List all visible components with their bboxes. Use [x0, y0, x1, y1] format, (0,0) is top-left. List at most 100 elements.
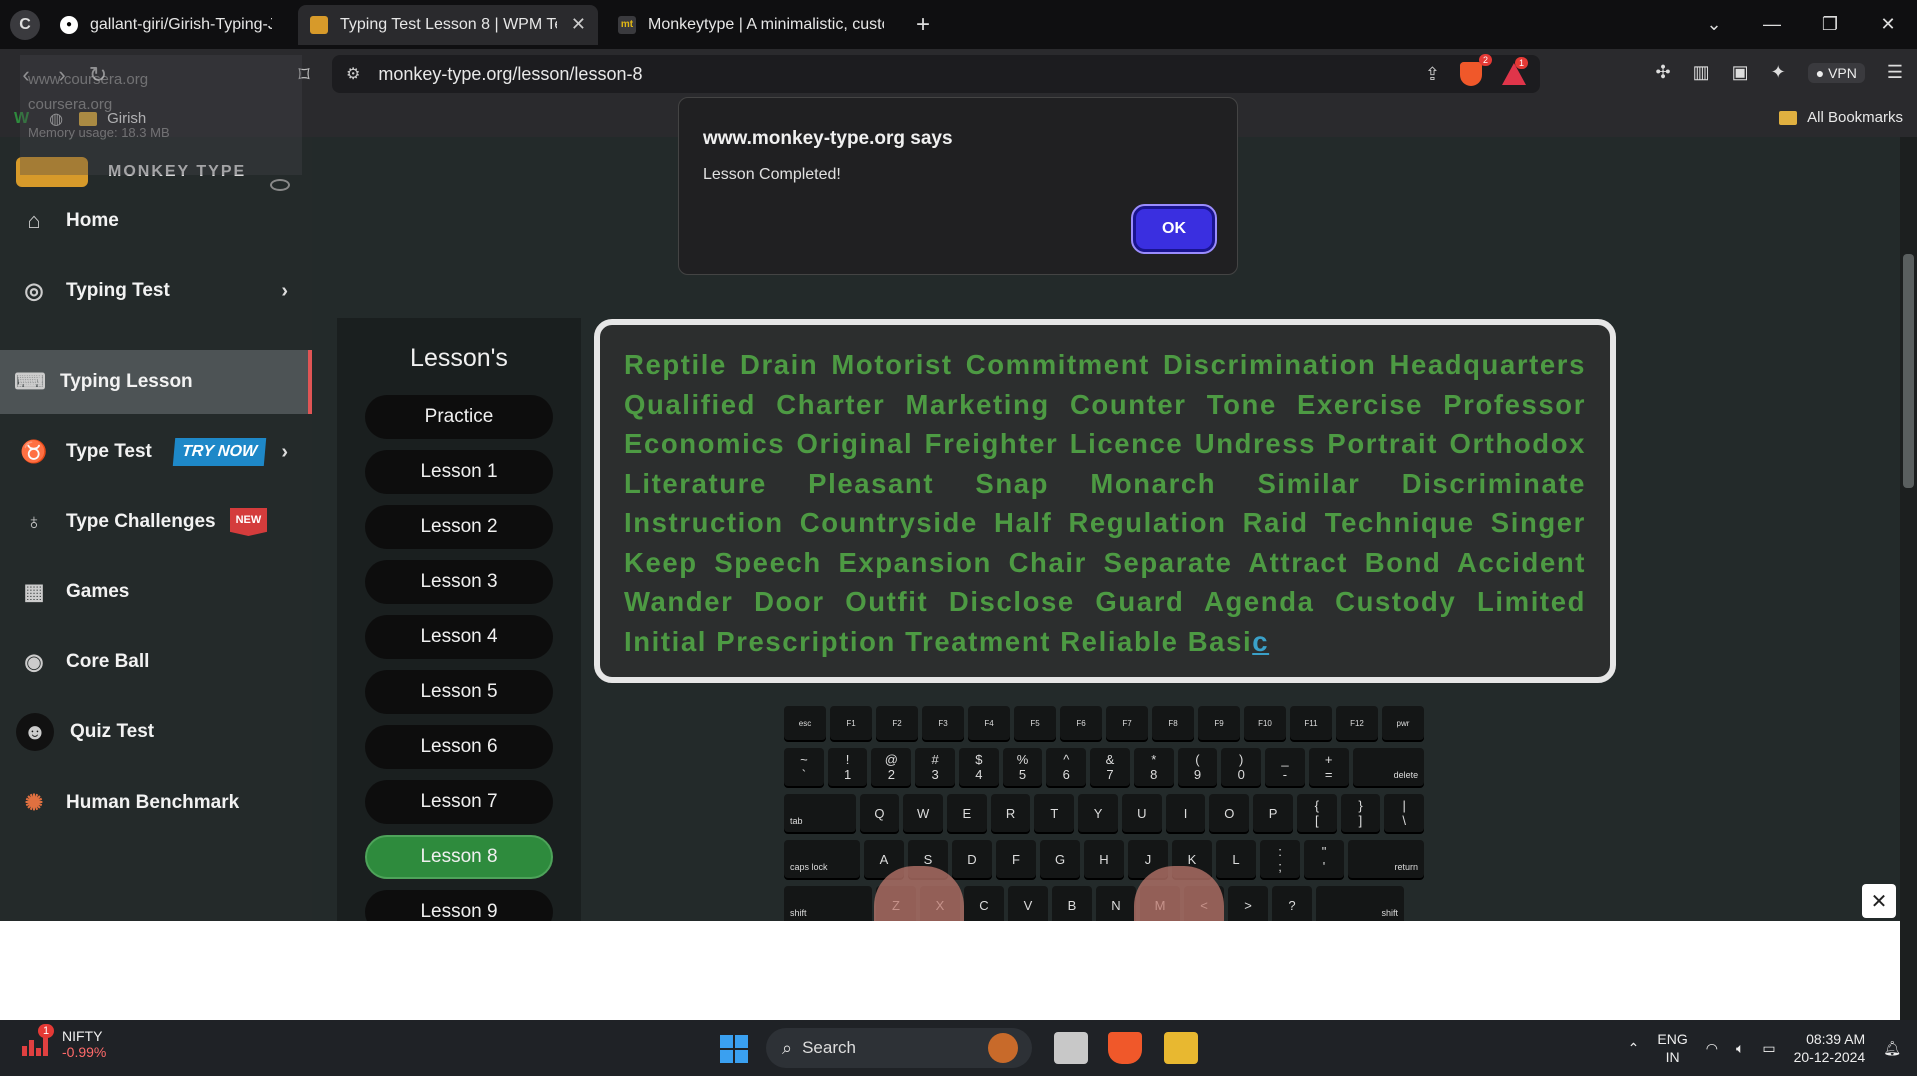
sidebar-item-games[interactable]: ▦ Games: [0, 560, 312, 624]
key-g[interactable]: G: [1040, 840, 1080, 878]
key-z-row-8[interactable]: >: [1228, 886, 1268, 921]
key-fn-11[interactable]: F11: [1290, 706, 1332, 740]
file-explorer-icon[interactable]: [1164, 1032, 1198, 1064]
key-fn-1[interactable]: F1: [830, 706, 872, 740]
key-asym-0[interactable]: :;: [1260, 840, 1300, 878]
key-num-5[interactable]: % 5: [1002, 748, 1043, 786]
key-num-2[interactable]: @2: [871, 748, 912, 786]
key-fn-4[interactable]: F4: [968, 706, 1010, 740]
sidebar-item-home[interactable]: ⌂ Home: [0, 189, 312, 253]
sidebar-item-typing-test[interactable]: ◎ Typing Test ›: [0, 259, 312, 323]
key-num-10[interactable]: ) 0: [1221, 748, 1262, 786]
key-shift-left[interactable]: shift: [784, 886, 872, 921]
lesson-button-3[interactable]: Lesson 3: [365, 560, 553, 604]
key-fn-10[interactable]: F10: [1244, 706, 1286, 740]
key-num-4[interactable]: $4: [958, 748, 999, 786]
leo-ai-icon[interactable]: ✦: [1771, 62, 1786, 83]
sidebar-item-human-benchmark[interactable]: ✺ Human Benchmark: [0, 771, 312, 835]
all-bookmarks[interactable]: All Bookmarks: [1779, 109, 1903, 126]
key-h[interactable]: H: [1084, 840, 1124, 878]
task-view-icon[interactable]: [1054, 1032, 1088, 1064]
scrollbar-thumb[interactable]: [1903, 254, 1914, 488]
key-t[interactable]: T: [1034, 794, 1075, 832]
new-tab-button[interactable]: +: [916, 11, 930, 39]
ok-button[interactable]: OK: [1131, 204, 1217, 254]
close-tab-icon[interactable]: ✕: [571, 14, 586, 35]
key-qsym-2[interactable]: | \: [1384, 794, 1424, 832]
key-p[interactable]: P: [1253, 794, 1293, 832]
key-fn-5[interactable]: F5: [1014, 706, 1056, 740]
address-bar[interactable]: ⚙ monkey-type.org/lesson/lesson-8 ⇪ 2 1: [332, 54, 1540, 93]
extensions-icon[interactable]: ✣: [1655, 62, 1670, 83]
key-num-7[interactable]: & 7: [1090, 748, 1130, 786]
lesson-button-9[interactable]: Lesson 9: [365, 890, 553, 921]
key-i[interactable]: I: [1165, 794, 1206, 832]
key-fn-9[interactable]: F9: [1198, 706, 1240, 740]
key-z-row-2[interactable]: C: [964, 886, 1004, 921]
lesson-button-2[interactable]: Lesson 2: [365, 505, 553, 549]
try-now-badge[interactable]: TRY NOW: [172, 438, 267, 466]
key-delete[interactable]: delete: [1352, 748, 1424, 786]
tab-typing-lesson[interactable]: Typing Test Lesson 8 | WPM Tes ✕: [298, 4, 598, 45]
tab-list-icon[interactable]: ⌄: [1685, 14, 1743, 35]
sidebar-item-type-test[interactable]: ♉ Type Test TRY NOW ›: [0, 420, 312, 484]
sidebar-item-type-challenges[interactable]: ♁ Type Challenges NEW: [0, 490, 312, 554]
key-q[interactable]: Q: [859, 794, 900, 832]
key-fn-12[interactable]: F12: [1336, 706, 1378, 740]
key-fn-2[interactable]: F2: [876, 706, 918, 740]
url-text[interactable]: monkey-type.org/lesson/lesson-8: [378, 64, 642, 85]
sidebar-item-typing-lesson[interactable]: ⌨ Typing Lesson: [0, 350, 312, 414]
key-num-1[interactable]: ! 1: [827, 748, 868, 786]
key-num-12[interactable]: + =: [1308, 748, 1349, 786]
key-fn-0[interactable]: esc: [784, 706, 826, 740]
tab-monkeytype[interactable]: mt Monkeytype | A minimalistic, custon: [606, 5, 896, 45]
minimize-icon[interactable]: —: [1743, 14, 1801, 35]
key-z-row-4[interactable]: B: [1052, 886, 1092, 921]
key-qsym-1[interactable]: }]: [1340, 794, 1381, 832]
close-window-icon[interactable]: ✕: [1859, 14, 1917, 35]
lesson-button-5[interactable]: Lesson 5: [365, 670, 553, 714]
wifi-icon[interactable]: ◠: [1706, 1040, 1718, 1057]
key-f[interactable]: F: [996, 840, 1036, 878]
key-fn-3[interactable]: F3: [922, 706, 964, 740]
key-tab[interactable]: tab: [784, 794, 856, 832]
vpn-button[interactable]: ● VPN: [1807, 62, 1865, 83]
windows-start-icon[interactable]: [720, 1035, 748, 1063]
key-num-8[interactable]: * 8: [1133, 748, 1174, 786]
key-shift-right[interactable]: shift: [1316, 886, 1404, 921]
lesson-button-7[interactable]: Lesson 7: [365, 780, 553, 824]
notification-bell-icon[interactable]: 🔔︎: [1883, 1040, 1901, 1057]
battery-icon[interactable]: ▭: [1762, 1040, 1775, 1057]
lesson-button-8[interactable]: Lesson 8: [365, 835, 553, 879]
key-fn-13[interactable]: pwr: [1382, 706, 1424, 740]
key-num-3[interactable]: #3: [915, 748, 955, 786]
tab-github[interactable]: ● gallant-giri/Girish-Typing-Journey: [48, 5, 284, 45]
key-r[interactable]: R: [990, 794, 1031, 832]
language-indicator[interactable]: ENG IN: [1657, 1030, 1687, 1066]
key-num-6[interactable]: ^ 6: [1046, 748, 1087, 786]
volume-icon[interactable]: 🔈︎: [1736, 1040, 1744, 1057]
typing-text-box[interactable]: Reptile Drain Motorist Commitment Discri…: [594, 319, 1616, 683]
lesson-button-practice[interactable]: Practice: [365, 395, 553, 439]
key-asym-1[interactable]: " ': [1304, 840, 1344, 878]
key-qsym-0[interactable]: {[: [1296, 794, 1337, 832]
key-fn-6[interactable]: F6: [1060, 706, 1102, 740]
brave-menu-icon[interactable]: C: [10, 9, 40, 40]
brave-rewards-icon[interactable]: 1: [1502, 57, 1528, 85]
lesson-button-4[interactable]: Lesson 4: [365, 615, 553, 659]
brave-shield-icon[interactable]: 2: [1460, 54, 1492, 86]
restore-icon[interactable]: ❐: [1801, 14, 1859, 35]
key-num-9[interactable]: (9: [1177, 748, 1218, 786]
taskbar-search[interactable]: ⌕ Search: [766, 1028, 1032, 1068]
sidebar-item-core-ball[interactable]: ◉ Core Ball: [0, 630, 312, 694]
stock-ticker-widget[interactable]: 1 NIFTY -0.99%: [20, 1024, 106, 1060]
key-num-0[interactable]: ~ `: [784, 748, 824, 786]
key-fn-8[interactable]: F8: [1152, 706, 1194, 740]
sidebar-item-quiz-test[interactable]: ☻ Quiz Test: [0, 700, 312, 764]
clock[interactable]: 08:39 AM 20-12-2024: [1794, 1030, 1866, 1066]
lesson-button-6[interactable]: Lesson 6: [365, 725, 553, 769]
key-e[interactable]: E: [947, 794, 987, 832]
lesson-button-1[interactable]: Lesson 1: [365, 450, 553, 494]
key-l[interactable]: L: [1216, 840, 1256, 878]
key-caps-lock[interactable]: caps lock: [784, 840, 860, 878]
